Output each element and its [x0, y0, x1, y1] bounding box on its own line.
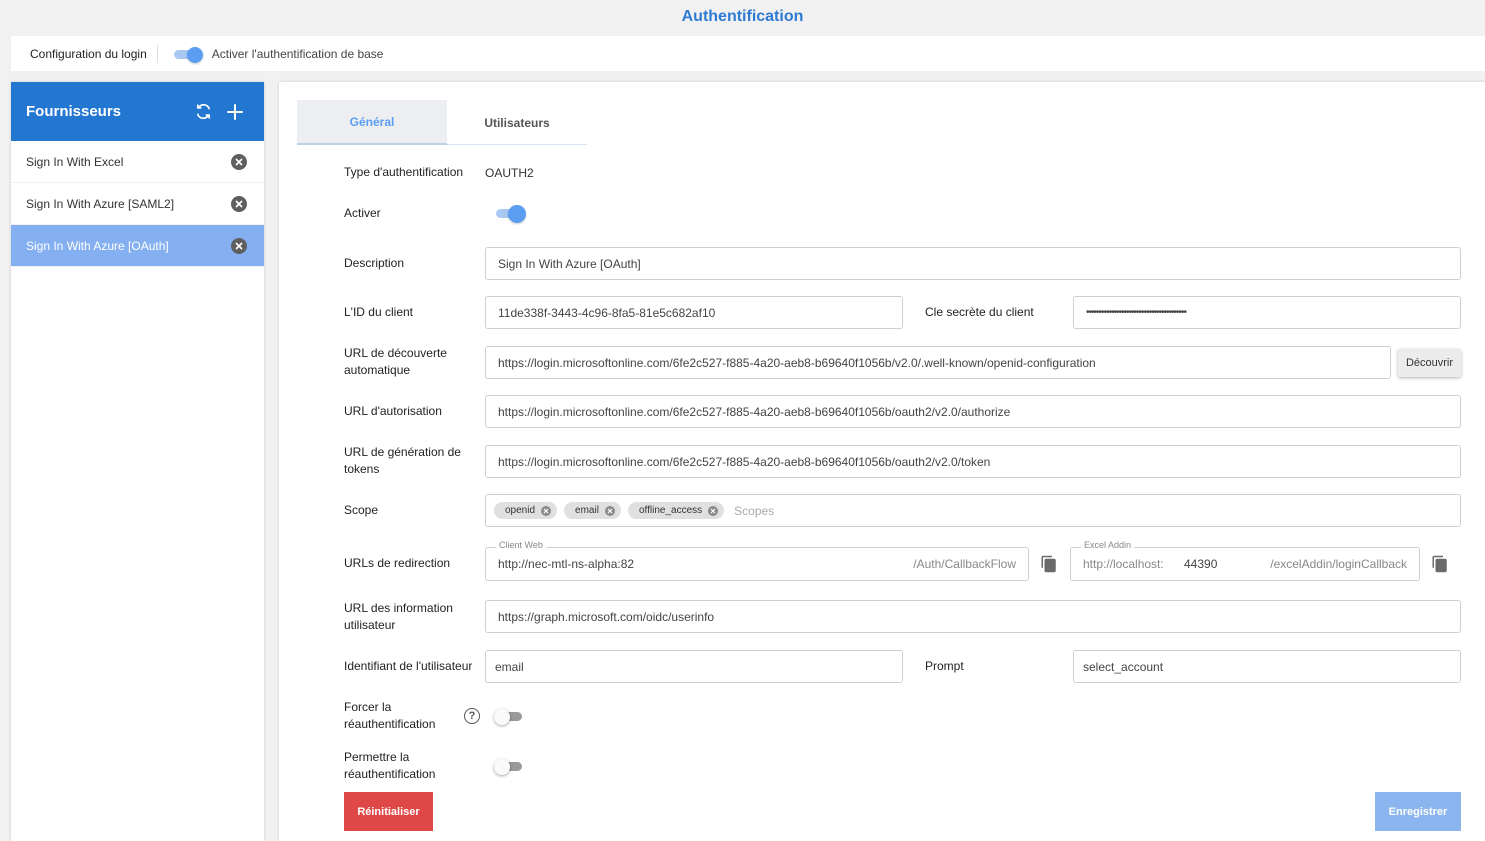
redirect-excel-field[interactable]: Excel Addin http://localhost: 44390 /exc…	[1070, 540, 1420, 581]
client-id-input[interactable]: 11de338f-3443-4c96-8fa5-81e5c682af10	[485, 296, 903, 329]
auth-type-label: Type d'authentification	[344, 165, 464, 179]
allow-reauth-label: Permettre la réauthentification	[344, 750, 436, 781]
prompt-label: Prompt	[925, 659, 964, 673]
scope-label: Scope	[344, 503, 379, 517]
provider-label: Sign In With Excel	[26, 154, 124, 169]
redirect-urls-label: URLs de redirection	[344, 556, 451, 570]
tab-general[interactable]: Général	[297, 100, 447, 145]
allow-reauth-toggle[interactable]	[494, 759, 522, 775]
prompt-input[interactable]: select_account	[1073, 650, 1461, 683]
discovery-url-input[interactable]: https://login.microsoftonline.com/6fe2c5…	[485, 346, 1391, 379]
redirect-web-field[interactable]: Client Web http://nec-mtl-ns-alpha:82 /A…	[485, 540, 1029, 581]
force-reauth-label: Forcer la réauthentification	[344, 700, 436, 731]
redirect-excel-suffix: /excelAddin/loginCallback	[1270, 557, 1407, 571]
redirect-excel-legend: Excel Addin	[1081, 540, 1135, 550]
tab-bar: Général Utilisateurs	[297, 100, 587, 145]
scope-input[interactable]: openid email offline_access Scopes	[485, 494, 1461, 527]
auth-type-value: OAUTH2	[485, 166, 534, 180]
client-secret-input[interactable]: ••••••••••••••••••••••••••••••••••••••••	[1073, 296, 1461, 329]
client-id-label: L'ID du client	[344, 305, 413, 319]
redirect-excel-port: 44390	[1184, 557, 1218, 571]
scope-chip-openid: openid	[494, 502, 558, 519]
redirect-excel-prefix: http://localhost:	[1083, 557, 1164, 571]
discovery-url-label: URL de découverte automatique	[344, 346, 447, 377]
chip-remove-icon[interactable]	[708, 505, 719, 516]
copy-icon[interactable]	[1431, 555, 1449, 573]
close-circle-icon[interactable]	[231, 238, 247, 254]
force-reauth-toggle[interactable]	[494, 709, 522, 725]
token-url-label: URL de génération de tokens	[344, 445, 461, 476]
provider-item-excel[interactable]: Sign In With Excel	[11, 141, 264, 183]
divider	[156, 44, 158, 63]
enable-toggle[interactable]	[496, 205, 526, 223]
redirect-web-suffix: /Auth/CallbackFlow	[913, 557, 1016, 571]
description-label: Description	[344, 256, 405, 270]
provider-item-azure-saml2[interactable]: Sign In With Azure [SAML2]	[11, 183, 264, 225]
scope-chip-offline-access: offline_access	[627, 502, 725, 519]
enable-label: Activer	[344, 206, 381, 220]
plus-icon[interactable]	[226, 103, 244, 121]
providers-panel: Fournisseurs Sign In With Excel Sign In …	[11, 82, 264, 841]
provider-detail-panel: Général Utilisateurs Type d'authentifica…	[279, 82, 1485, 841]
authorize-url-input[interactable]: https://login.microsoftonline.com/6fe2c5…	[485, 395, 1461, 428]
description-input[interactable]: Sign In With Azure [OAuth]	[485, 247, 1461, 280]
reset-button[interactable]: Réinitialiser	[344, 792, 433, 831]
close-circle-icon[interactable]	[231, 196, 247, 212]
token-url-input[interactable]: https://login.microsoftonline.com/6fe2c5…	[485, 445, 1461, 478]
chip-remove-icon[interactable]	[541, 505, 552, 516]
providers-title: Fournisseurs	[26, 103, 122, 120]
authorize-url-label: URL d'autorisation	[344, 404, 442, 418]
help-circle-icon[interactable]: ?	[464, 708, 480, 724]
chip-remove-icon[interactable]	[604, 505, 615, 516]
client-secret-label: Cle secrète du client	[925, 305, 1034, 319]
provider-item-azure-oauth[interactable]: Sign In With Azure [OAuth]	[11, 225, 264, 267]
providers-header: Fournisseurs	[11, 82, 264, 141]
scopes-placeholder: Scopes	[734, 503, 775, 518]
user-identifier-label: Identifiant de l'utilisateur	[344, 659, 473, 673]
scope-chip-email: email	[564, 502, 621, 519]
provider-label: Sign In With Azure [OAuth]	[26, 238, 169, 253]
userinfo-url-input[interactable]: https://graph.microsoft.com/oidc/userinf…	[485, 600, 1461, 633]
config-label: Configuration du login	[30, 46, 147, 61]
refresh-icon[interactable]	[194, 103, 212, 121]
tab-users[interactable]: Utilisateurs	[447, 100, 587, 145]
basic-auth-label: Activer l'authentification de base	[211, 46, 384, 61]
copy-icon[interactable]	[1040, 555, 1058, 573]
userinfo-url-label: URL des information utilisateur	[344, 601, 453, 632]
basic-auth-toggle[interactable]	[173, 46, 203, 63]
discover-button[interactable]: Découvrir	[1398, 349, 1461, 377]
redirect-web-legend: Client Web	[496, 540, 546, 550]
provider-label: Sign In With Azure [SAML2]	[26, 196, 175, 211]
close-circle-icon[interactable]	[231, 154, 247, 170]
user-identifier-input[interactable]: email	[485, 650, 903, 683]
login-config-bar: Configuration du login Activer l'authent…	[11, 36, 1485, 71]
page-title: Authentification	[681, 8, 804, 25]
redirect-web-value: http://nec-mtl-ns-alpha:82	[498, 557, 635, 571]
save-button[interactable]: Enregistrer	[1375, 792, 1461, 831]
